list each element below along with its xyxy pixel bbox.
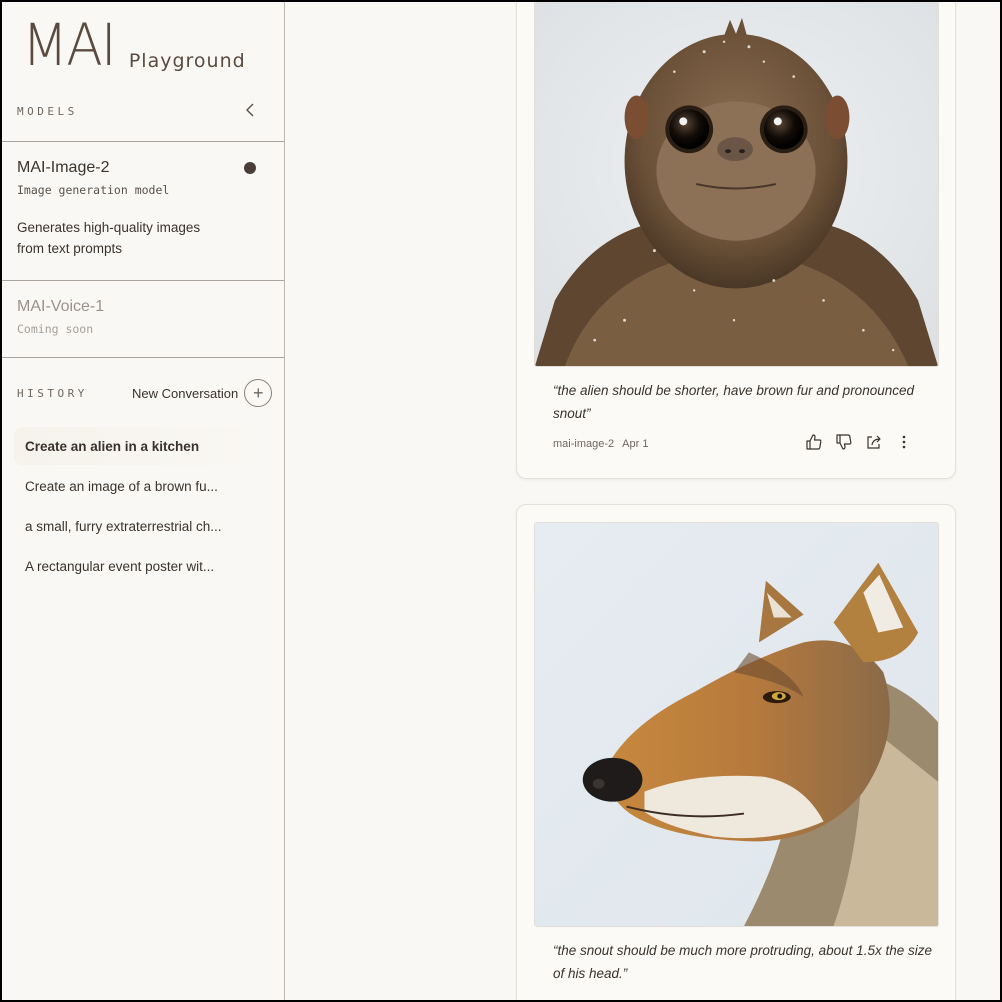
model-name: MAI-Voice-1: [17, 298, 105, 315]
more-icon[interactable]: [895, 433, 913, 451]
divider: [0, 357, 284, 358]
generation-date: Apr 1: [622, 438, 649, 450]
furry-alien-creature-image[interactable]: [534, 1, 939, 367]
thumbs-up-icon[interactable]: [805, 433, 823, 451]
active-model-indicator: [244, 162, 256, 174]
sidebar: MAI Playground MODELS MAI-Image-2 Image …: [0, 0, 285, 1002]
history-item[interactable]: Create an alien in a kitchen: [14, 427, 269, 465]
model-description: Generates high-quality images from text …: [17, 220, 201, 256]
history-item[interactable]: a small, furry extraterrestrial ch...: [14, 507, 269, 545]
thumbs-down-icon[interactable]: [835, 433, 853, 451]
share-icon[interactable]: [865, 433, 883, 451]
history-item[interactable]: Create an image of a brown fu...: [14, 467, 269, 505]
model-item-mai-image-2[interactable]: MAI-Image-2 Image generation model Gener…: [17, 159, 227, 259]
conversation-feed[interactable]: “the alien should be shorter, have brown…: [286, 0, 1002, 1002]
model-item-mai-voice-1[interactable]: MAI-Voice-1 Coming soon: [17, 298, 104, 336]
card-actions: [805, 433, 913, 451]
collapse-sidebar-button[interactable]: [240, 100, 260, 120]
history-item[interactable]: A rectangular event poster wit...: [14, 547, 269, 585]
new-conversation-button[interactable]: New Conversation +: [132, 379, 273, 407]
model-type: Coming soon: [17, 322, 94, 336]
plus-icon[interactable]: +: [244, 379, 273, 407]
chevron-left-icon: [246, 103, 254, 117]
model-type: Image generation model: [17, 183, 170, 197]
brand-mai: MAI: [22, 11, 117, 79]
divider: [0, 280, 284, 281]
generation-card: “the snout should be much more protrudin…: [516, 504, 956, 1002]
brand-logo: MAI Playground: [22, 14, 246, 76]
prompt-text: “the alien should be shorter, have brown…: [553, 383, 914, 421]
new-conversation-label: New Conversation: [132, 385, 239, 401]
brand-subtitle: Playground: [128, 50, 246, 72]
wolf-profile-image[interactable]: [534, 522, 939, 927]
generation-meta: mai-image-2 Apr 1: [553, 438, 648, 450]
model-tag: mai-image-2: [553, 438, 615, 450]
divider: [0, 141, 284, 142]
history-list: Create an alien in a kitchen Create an i…: [14, 427, 269, 587]
prompt-text: “the snout should be much more protrudin…: [553, 943, 932, 981]
history-section-label: HISTORY: [17, 387, 88, 400]
model-name: MAI-Image-2: [17, 159, 110, 176]
generation-card: “the alien should be shorter, have brown…: [516, 0, 956, 479]
models-section-label: MODELS: [17, 105, 78, 118]
